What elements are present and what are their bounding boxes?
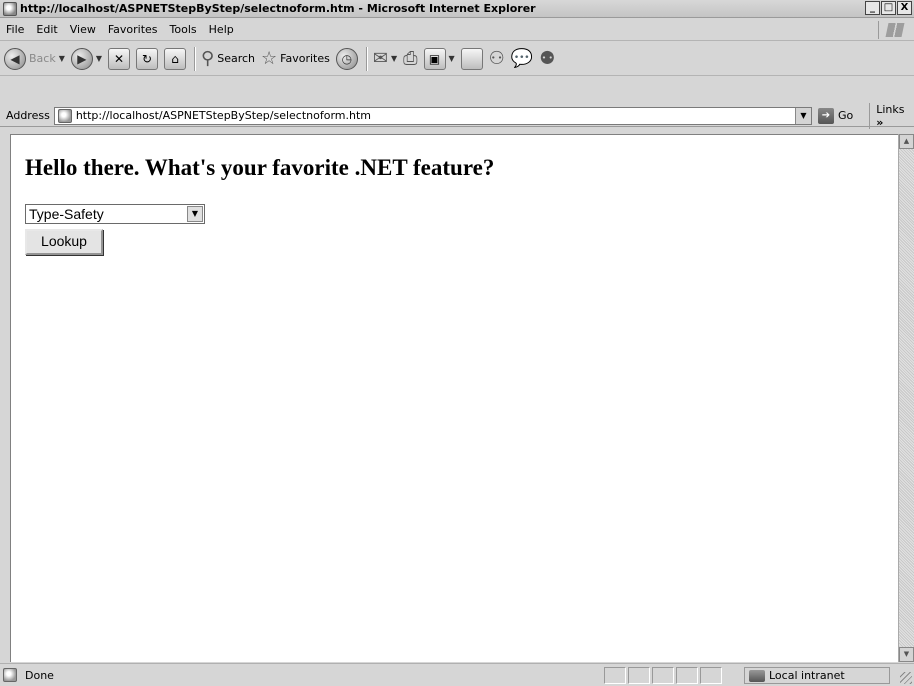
windows-logo-icon xyxy=(878,21,910,39)
forward-arrow-icon: ▶ xyxy=(70,47,93,70)
edit-dropdown-icon[interactable]: ▼ xyxy=(449,54,455,63)
forward-button[interactable]: ▶ ▼ xyxy=(70,47,102,70)
go-label: Go xyxy=(837,109,854,122)
contacts-button[interactable]: ⚉ xyxy=(539,48,555,69)
title-bar: http://localhost/ASPNETStepByStep/select… xyxy=(0,0,914,18)
speech-bubble-icon: 💬 xyxy=(510,48,534,69)
mail-icon: ✉ xyxy=(372,48,388,69)
stop-button[interactable]: ✕ xyxy=(108,47,131,70)
ie-page-icon xyxy=(3,668,17,682)
window-controls: _ □ X xyxy=(865,1,912,15)
status-panels xyxy=(604,667,724,684)
zone-label: Local intranet xyxy=(769,669,845,682)
messenger-button[interactable]: 💬 xyxy=(511,48,533,69)
intranet-icon xyxy=(749,669,765,682)
go-button[interactable]: ➔ Go xyxy=(817,107,854,124)
history-button[interactable]: ◷ xyxy=(335,47,358,70)
status-panel xyxy=(676,667,698,684)
page-content: Hello there. What's your favorite .NET f… xyxy=(10,134,898,662)
maximize-button[interactable]: □ xyxy=(881,1,896,15)
research-button[interactable]: ⚇ xyxy=(489,48,505,69)
home-button[interactable]: ⌂ xyxy=(164,47,187,70)
chevron-down-icon[interactable]: ▼ xyxy=(187,206,203,222)
ie-page-icon xyxy=(57,108,72,123)
refresh-button[interactable]: ↻ xyxy=(136,47,159,70)
toolbar-separator xyxy=(194,46,196,71)
address-url[interactable]: http://localhost/ASPNETStepByStep/select… xyxy=(76,109,371,122)
back-label: Back xyxy=(29,52,56,65)
select-value: Type-Safety xyxy=(29,206,104,222)
menu-file[interactable]: File xyxy=(6,23,24,36)
address-input[interactable]: http://localhost/ASPNETStepByStep/select… xyxy=(53,106,812,125)
discuss-icon xyxy=(460,47,483,70)
favorites-button[interactable]: ☆ Favorites xyxy=(261,48,330,69)
favorites-label: Favorites xyxy=(280,52,330,65)
links-toolbar[interactable]: Links » xyxy=(869,102,914,129)
resize-grip[interactable] xyxy=(900,672,912,684)
ie-page-icon xyxy=(3,1,17,16)
history-icon: ◷ xyxy=(335,47,358,70)
address-dropdown-icon[interactable]: ▼ xyxy=(794,107,811,124)
links-label: Links xyxy=(876,102,905,116)
search-button[interactable]: ⚲ Search xyxy=(201,48,255,69)
scroll-up-icon[interactable]: ▲ xyxy=(899,134,914,149)
search-icon: ⚲ xyxy=(201,48,215,69)
refresh-icon: ↻ xyxy=(136,47,159,70)
go-arrow-icon: ➔ xyxy=(817,107,834,124)
toolbar-separator xyxy=(365,46,367,71)
menu-favorites[interactable]: Favorites xyxy=(108,23,158,36)
security-zone[interactable]: Local intranet xyxy=(744,667,890,684)
print-button[interactable]: ⎙ xyxy=(403,48,417,69)
status-panel xyxy=(652,667,674,684)
menu-tools[interactable]: Tools xyxy=(170,23,197,36)
status-panel xyxy=(604,667,626,684)
people-icon: ⚉ xyxy=(539,48,556,69)
forward-dropdown-icon[interactable]: ▼ xyxy=(96,54,102,63)
status-text: Done xyxy=(25,668,54,682)
back-dropdown-icon[interactable]: ▼ xyxy=(59,54,65,63)
mail-button[interactable]: ✉ ▼ xyxy=(373,48,397,69)
close-button[interactable]: X xyxy=(897,1,912,15)
standard-toolbar: ◀ Back ▼ ▶ ▼ ✕ ↻ ⌂ ⚲ Search ☆ Favorites … xyxy=(0,42,914,76)
minimize-button[interactable]: _ xyxy=(865,1,880,15)
research-icon: ⚇ xyxy=(488,48,505,69)
printer-icon: ⎙ xyxy=(403,48,418,69)
back-arrow-icon: ◀ xyxy=(4,47,26,70)
star-icon: ☆ xyxy=(261,48,278,69)
links-chevron-icon[interactable]: » xyxy=(876,116,883,129)
home-icon: ⌂ xyxy=(164,47,187,70)
scroll-down-icon[interactable]: ▼ xyxy=(899,647,914,662)
address-bar: Address http://localhost/ASPNETStepBySte… xyxy=(0,102,914,129)
back-button[interactable]: ◀ Back ▼ xyxy=(4,47,65,70)
edit-icon: ▣ xyxy=(423,47,446,70)
status-panel xyxy=(700,667,722,684)
address-label: Address xyxy=(6,109,50,122)
menu-help[interactable]: Help xyxy=(209,23,234,36)
mail-dropdown-icon[interactable]: ▼ xyxy=(391,54,397,63)
stop-icon: ✕ xyxy=(108,47,131,70)
status-panel xyxy=(628,667,650,684)
menu-bar: File Edit View Favorites Tools Help xyxy=(0,19,914,41)
status-bar: Done Local intranet xyxy=(0,663,914,686)
menu-view[interactable]: View xyxy=(70,23,96,36)
lookup-button[interactable]: Lookup xyxy=(25,229,103,255)
edit-button[interactable]: ▣ ▼ xyxy=(423,47,455,70)
feature-select[interactable]: Type-Safety ▼ xyxy=(25,204,205,224)
page-heading: Hello there. What's your favorite .NET f… xyxy=(25,155,495,180)
menu-edit[interactable]: Edit xyxy=(36,23,57,36)
window-title: http://localhost/ASPNETStepByStep/select… xyxy=(20,2,536,15)
discuss-button[interactable] xyxy=(460,47,483,70)
search-label: Search xyxy=(217,52,256,65)
vertical-scrollbar[interactable]: ▲ ▼ xyxy=(898,134,914,662)
